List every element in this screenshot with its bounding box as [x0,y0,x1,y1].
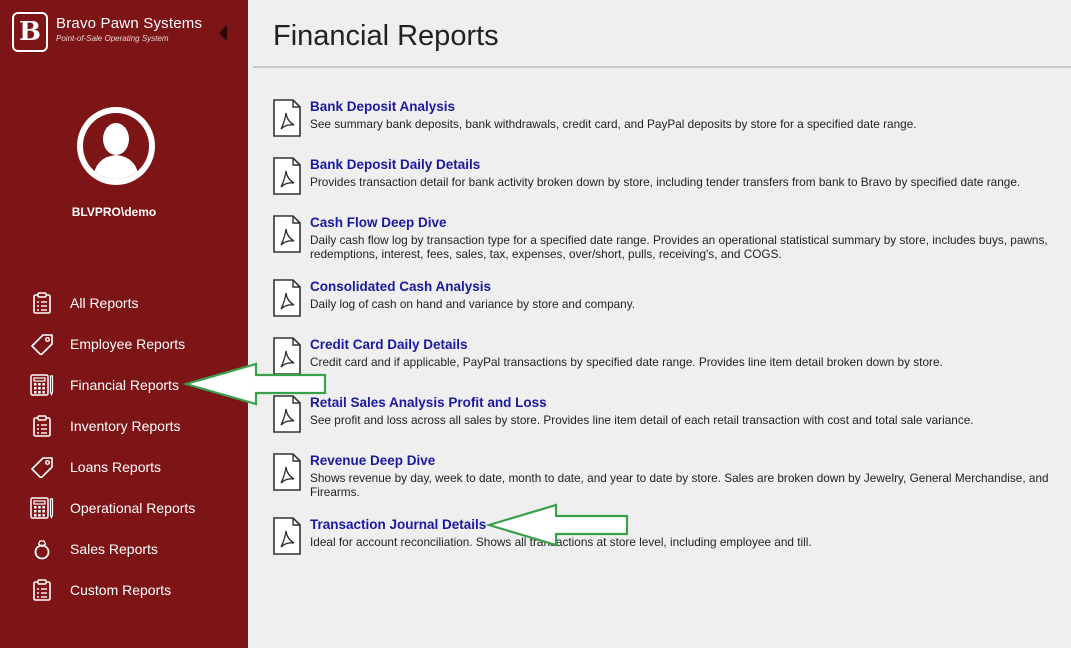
report-item: Consolidated Cash Analysis Daily log of … [272,278,1067,317]
pdf-file-icon[interactable] [272,517,302,555]
clipboard-icon [30,414,54,438]
pdf-file-icon[interactable] [272,453,302,491]
report-description: Daily cash flow log by transaction type … [310,233,1048,261]
nav-item-inventory-reports[interactable]: Inventory Reports [0,405,248,446]
nav-label: Loans Reports [70,458,162,475]
nav-label: Sales Reports [70,540,158,557]
pdf-file-icon[interactable] [272,99,302,137]
report-description: Daily log of cash on hand and variance b… [310,297,636,311]
report-item: Bank Deposit Daily Details Provides tran… [272,156,1067,195]
report-link[interactable]: Bank Deposit Daily Details [310,157,480,172]
report-link[interactable]: Bank Deposit Analysis [310,99,455,114]
report-item: Transaction Journal Details Ideal for ac… [272,516,1067,555]
pdf-file-icon[interactable] [272,215,302,253]
nav-item-loans-reports[interactable]: Loans Reports [0,446,248,487]
user-silhouette-icon [93,123,139,179]
report-category-nav: All Reports Employee Reports Financial R… [0,282,248,610]
nav-item-custom-reports[interactable]: Custom Reports [0,569,248,610]
title-divider [253,66,1071,68]
pdf-file-icon[interactable] [272,279,302,317]
brand-logo: B [12,12,48,52]
nav-label: Custom Reports [70,581,172,598]
report-description: Shows revenue by day, week to date, mont… [310,471,1049,499]
report-link[interactable]: Transaction Journal Details [310,517,486,532]
nav-item-all-reports[interactable]: All Reports [0,282,248,323]
annotation-arrow-icon [183,362,327,406]
report-link[interactable]: Cash Flow Deep Dive [310,215,447,230]
tag-icon [30,332,54,356]
report-link[interactable]: Retail Sales Analysis Profit and Loss [310,395,547,410]
nav-item-sales-reports[interactable]: Sales Reports [0,528,248,569]
report-item: Cash Flow Deep Dive Daily cash flow log … [272,214,1067,261]
nav-item-employee-reports[interactable]: Employee Reports [0,323,248,364]
username: BLVPRO\demo [71,205,157,219]
report-link[interactable]: Credit Card Daily Details [310,337,468,352]
report-description: See summary bank deposits, bank withdraw… [310,117,917,131]
report-link[interactable]: Revenue Deep Dive [310,453,435,468]
pdf-file-icon[interactable] [272,157,302,195]
clipboard-icon [30,291,54,315]
clipboard-icon [30,578,54,602]
report-item: Bank Deposit Analysis See summary bank d… [272,98,1067,137]
report-link[interactable]: Consolidated Cash Analysis [310,279,491,294]
ring-icon [30,537,54,561]
report-description: Credit card and if applicable, PayPal tr… [310,355,943,369]
brand[interactable]: B Bravo Pawn Systems Point-of-Sale Opera… [12,12,202,52]
report-item: Revenue Deep Dive Shows revenue by day, … [272,452,1067,499]
tag-icon [30,455,54,479]
calculator-icon [30,373,54,397]
nav-label: Inventory Reports [70,417,181,434]
brand-tagline: Point-of-Sale Operating System [56,34,169,43]
nav-label: All Reports [70,294,139,311]
annotation-arrow-icon [486,503,629,547]
nav-label: Employee Reports [70,335,186,352]
brand-name: Bravo Pawn Systems [56,15,203,32]
report-description: See profit and loss across all sales by … [310,413,974,427]
main-content: Financial Reports Bank Deposit Analysis … [248,0,1071,648]
sidebar: B Bravo Pawn Systems Point-of-Sale Opera… [0,0,248,648]
report-item: Retail Sales Analysis Profit and Loss Se… [272,394,1067,433]
avatar [77,107,155,185]
report-item: Credit Card Daily Details Credit card an… [272,336,1067,375]
nav-label: Financial Reports [70,376,179,393]
nav-label: Operational Reports [70,499,196,516]
report-description: Ideal for account reconciliation. Shows … [310,535,812,549]
nav-item-operational-reports[interactable]: Operational Reports [0,487,248,528]
report-description: Provides transaction detail for bank act… [310,175,1021,189]
collapse-sidebar-icon[interactable] [219,25,227,41]
page-title: Financial Reports [273,20,499,52]
calculator-icon [30,496,54,520]
